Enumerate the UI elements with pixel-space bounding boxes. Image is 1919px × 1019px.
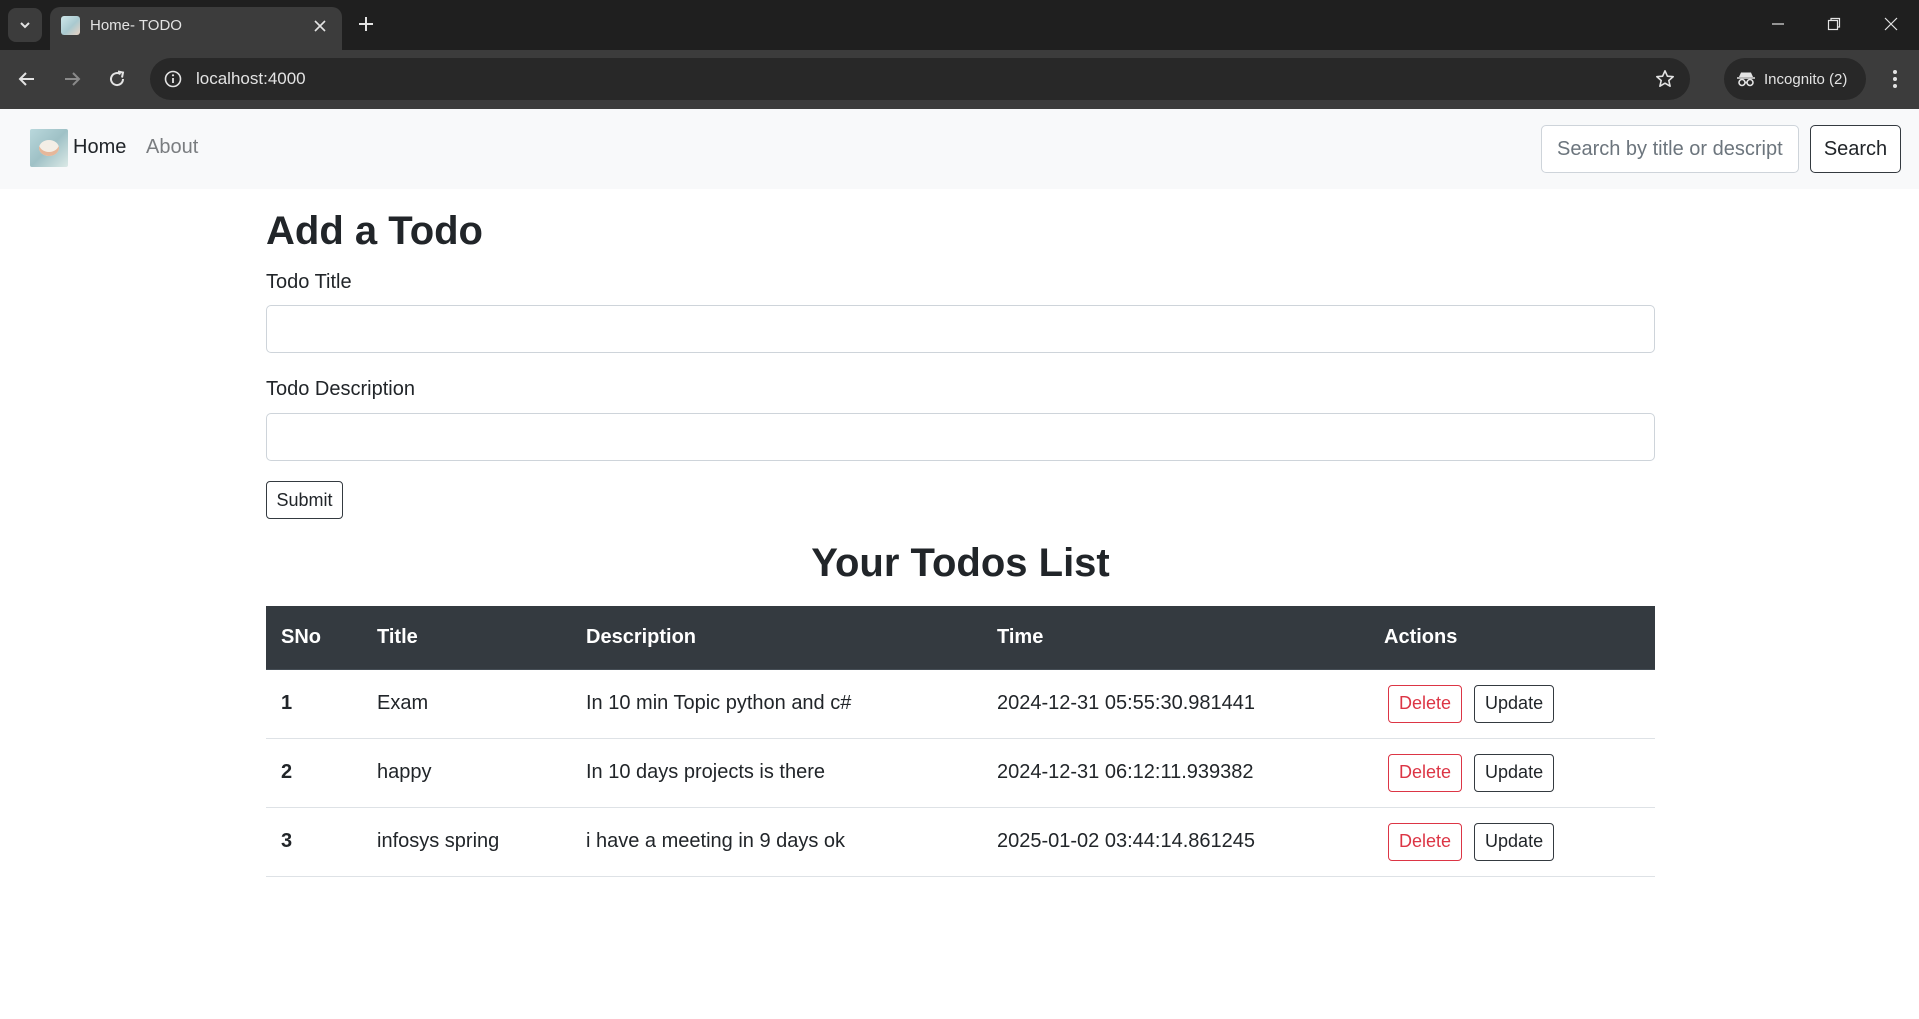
nav-link-about[interactable]: About [146, 133, 198, 161]
incognito-icon [1736, 71, 1756, 87]
address-bar[interactable]: localhost:4000 [150, 58, 1690, 100]
table-row: 3 infosys spring i have a meeting in 9 d… [266, 807, 1655, 877]
site-info-button[interactable] [158, 64, 188, 94]
delete-button[interactable]: Delete [1388, 753, 1463, 792]
table-row: 2 happy In 10 days projects is there 202… [266, 738, 1655, 808]
todo-description: In 10 days projects is there [571, 738, 982, 808]
submit-button[interactable]: Submit [266, 481, 343, 519]
tab-title: Home- TODO [90, 17, 182, 34]
reload-icon [108, 70, 126, 88]
column-header-title: Title [362, 606, 571, 670]
todo-sno: 3 [266, 807, 362, 877]
todo-description: In 10 min Topic python and c# [571, 669, 982, 739]
browser-tabstrip: Home- TODO [0, 0, 1919, 50]
todo-time: 2024-12-31 06:12:11.939382 [982, 738, 1369, 808]
incognito-label: Incognito (2) [1764, 70, 1848, 88]
arrow-right-icon [63, 70, 81, 88]
favicon-icon [61, 16, 80, 35]
plus-icon [358, 16, 374, 32]
new-tab-button[interactable] [352, 10, 380, 38]
forward-button[interactable] [55, 62, 89, 96]
update-button[interactable]: Update [1474, 753, 1555, 792]
todo-title: infosys spring [362, 807, 571, 877]
restore-icon [1827, 17, 1841, 31]
site-navbar: Home About Search [0, 109, 1919, 189]
url-text: localhost:4000 [196, 69, 306, 88]
todos-list-heading: Your Todos List [811, 541, 1110, 585]
more-vertical-icon [1892, 69, 1898, 89]
table-header-row: SNo Title Description Time Actions [266, 606, 1655, 670]
tab-close-button[interactable] [308, 14, 332, 38]
delete-button[interactable]: Delete [1388, 822, 1463, 861]
todo-time: 2025-01-02 03:44:14.861245 [982, 807, 1369, 877]
search-button[interactable]: Search [1810, 125, 1901, 173]
todo-actions: Delete Update [1369, 738, 1655, 808]
reload-button[interactable] [100, 62, 134, 96]
window-restore-button[interactable] [1806, 0, 1862, 48]
todo-actions: Delete Update [1369, 669, 1655, 739]
minimize-icon [1771, 17, 1785, 31]
star-icon [1655, 69, 1675, 89]
browser-tab-active[interactable]: Home- TODO [50, 7, 342, 50]
column-header-sno: SNo [266, 606, 362, 670]
close-icon [1884, 17, 1898, 31]
todo-description-label: Todo Description [266, 378, 415, 400]
todo-actions: Delete Update [1369, 807, 1655, 877]
todos-table: SNo Title Description Time Actions 1 Exa… [266, 606, 1655, 877]
todo-sno: 2 [266, 738, 362, 808]
info-icon [164, 70, 182, 88]
arrow-left-icon [18, 70, 36, 88]
todo-description-input[interactable] [266, 413, 1655, 461]
back-button[interactable] [10, 62, 44, 96]
chevron-down-icon [18, 18, 32, 32]
delete-button[interactable]: Delete [1388, 684, 1463, 723]
update-button[interactable]: Update [1474, 684, 1555, 723]
search-input[interactable] [1541, 125, 1799, 173]
add-todo-heading: Add a Todo [266, 209, 483, 253]
close-icon [314, 20, 326, 32]
window-minimize-button[interactable] [1750, 0, 1806, 48]
incognito-indicator[interactable]: Incognito (2) [1724, 58, 1866, 100]
table-row: 1 Exam In 10 min Topic python and c# 202… [266, 669, 1655, 739]
update-button[interactable]: Update [1474, 822, 1555, 861]
todo-time: 2024-12-31 05:55:30.981441 [982, 669, 1369, 739]
todo-title-input[interactable] [266, 305, 1655, 353]
column-header-description: Description [571, 606, 982, 670]
todo-title: happy [362, 738, 571, 808]
brand-logo[interactable] [30, 129, 68, 167]
bookmark-button[interactable] [1650, 64, 1680, 94]
column-header-time: Time [982, 606, 1369, 670]
browser-toolbar: localhost:4000 Incognito (2) [0, 50, 1919, 109]
nav-link-home[interactable]: Home [73, 133, 126, 161]
todo-description: i have a meeting in 9 days ok [571, 807, 982, 877]
browser-menu-button[interactable] [1878, 62, 1912, 96]
todo-title-label: Todo Title [266, 271, 352, 293]
window-close-button[interactable] [1863, 0, 1919, 48]
column-header-actions: Actions [1369, 606, 1655, 670]
todo-title: Exam [362, 669, 571, 739]
tab-search-button[interactable] [8, 8, 42, 42]
todo-sno: 1 [266, 669, 362, 739]
